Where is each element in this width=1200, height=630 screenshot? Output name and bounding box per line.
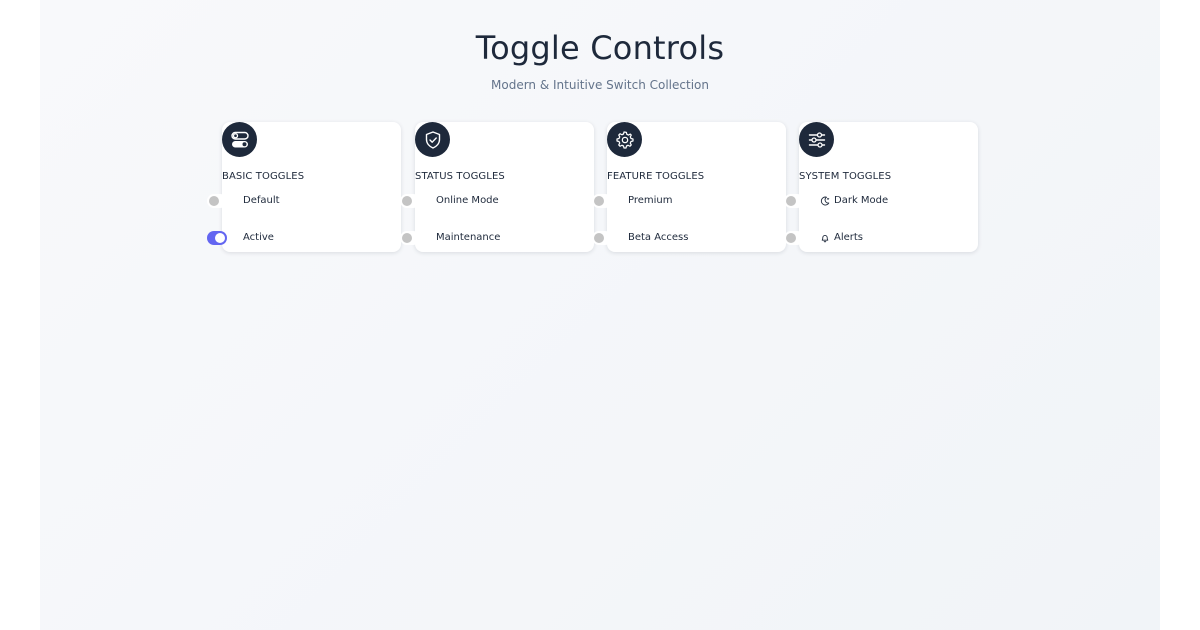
toggle-knob — [594, 233, 604, 243]
toggle-label: Beta Access — [628, 232, 689, 243]
card-status-toggles: STATUS TOGGLES Online Mode Maintenance — [400, 122, 594, 252]
toggle-switch[interactable] — [592, 194, 612, 208]
toggle-knob — [594, 196, 604, 206]
toggle-premium[interactable]: Premium — [592, 194, 782, 208]
toggle-online-mode[interactable]: Online Mode — [400, 194, 590, 208]
toggle-knob — [786, 196, 796, 206]
toggle-knob — [402, 196, 412, 206]
toggle-maintenance[interactable]: Maintenance — [400, 231, 590, 245]
toggle-beta-access[interactable]: Beta Access — [592, 231, 782, 245]
toggle-knob — [786, 233, 796, 243]
toggle-switch[interactable] — [207, 231, 227, 245]
card-basic-toggles: BASIC TOGGLES Default Active — [207, 122, 401, 252]
toggle-switch[interactable] — [400, 194, 420, 208]
toggle-label: Dark Mode — [834, 195, 889, 206]
toggle-label: Maintenance — [436, 232, 501, 243]
toggle-knob — [402, 233, 412, 243]
bell-icon — [820, 233, 830, 243]
toggle-switch[interactable] — [784, 231, 804, 245]
toggle-active[interactable]: Active — [207, 231, 397, 245]
toggle-label: Alerts — [834, 232, 864, 243]
card-title: SYSTEM TOGGLES — [799, 171, 892, 182]
toggle-default[interactable]: Default — [207, 194, 397, 208]
sliders-icon — [799, 122, 834, 157]
card-title: STATUS TOGGLES — [415, 171, 505, 182]
toggle-switch[interactable] — [400, 231, 420, 245]
toggle-label: Active — [243, 232, 274, 243]
shield-check-icon — [415, 122, 450, 157]
moon-icon — [820, 196, 830, 206]
gear-icon — [607, 122, 642, 157]
toggle-switch[interactable] — [592, 231, 612, 245]
toggle-knob — [209, 196, 219, 206]
card-system-toggles: SYSTEM TOGGLES Dark Mode Alerts — [784, 122, 978, 252]
toggle-dark-mode[interactable]: Dark Mode — [784, 194, 974, 208]
toggle-alerts[interactable]: Alerts — [784, 231, 974, 245]
card-title: FEATURE TOGGLES — [607, 171, 705, 182]
card-title: BASIC TOGGLES — [222, 171, 305, 182]
toggles-icon — [222, 122, 257, 157]
toggle-switch[interactable] — [784, 194, 804, 208]
page-title: Toggle Controls — [475, 29, 725, 67]
page-subtitle: Modern & Intuitive Switch Collection — [491, 78, 709, 92]
page-background — [40, 0, 1160, 630]
toggle-switch[interactable] — [207, 194, 227, 208]
toggle-label: Default — [243, 195, 280, 206]
toggle-label: Online Mode — [436, 195, 499, 206]
card-feature-toggles: FEATURE TOGGLES Premium Beta Access — [592, 122, 786, 252]
toggle-label: Premium — [628, 195, 673, 206]
toggle-knob — [215, 233, 225, 243]
